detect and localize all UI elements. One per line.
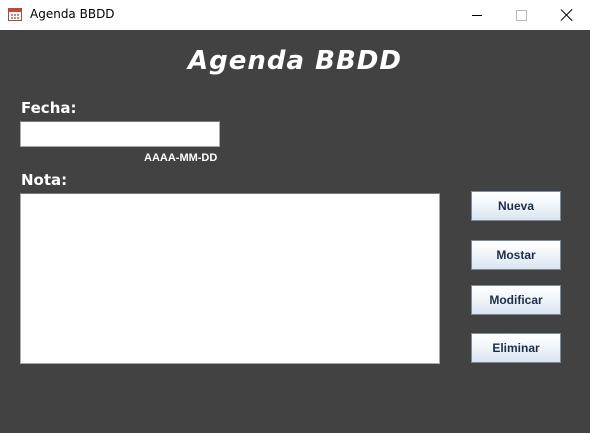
maximize-button[interactable] — [498, 0, 544, 30]
minimize-button[interactable] — [454, 0, 500, 30]
fecha-input[interactable] — [20, 121, 220, 147]
page-title: Agenda BBDD — [188, 46, 402, 76]
modificar-button[interactable]: Modificar — [471, 285, 561, 315]
main-panel: Agenda BBDD Fecha: AAAA-MM-DD Nota: Nuev… — [0, 30, 590, 433]
nota-textarea[interactable] — [20, 193, 440, 364]
nueva-button[interactable]: Nueva — [471, 191, 561, 221]
close-button[interactable] — [544, 0, 590, 30]
minimize-icon — [472, 14, 482, 16]
window-title: Agenda BBDD — [30, 7, 115, 21]
title-bar[interactable]: Agenda BBDD — [0, 0, 590, 30]
close-icon — [561, 9, 573, 21]
eliminar-button[interactable]: Eliminar — [471, 333, 561, 363]
calendar-icon — [8, 8, 22, 21]
mostar-button[interactable]: Mostar — [471, 240, 561, 270]
fecha-format-hint: AAAA-MM-DD — [144, 152, 218, 164]
maximize-icon — [515, 9, 527, 21]
nota-label: Nota: — [21, 171, 68, 189]
app-window: Agenda BBDD Agenda BBDD Fecha: AAAA-MM-D… — [0, 0, 590, 435]
fecha-label: Fecha: — [21, 99, 77, 117]
